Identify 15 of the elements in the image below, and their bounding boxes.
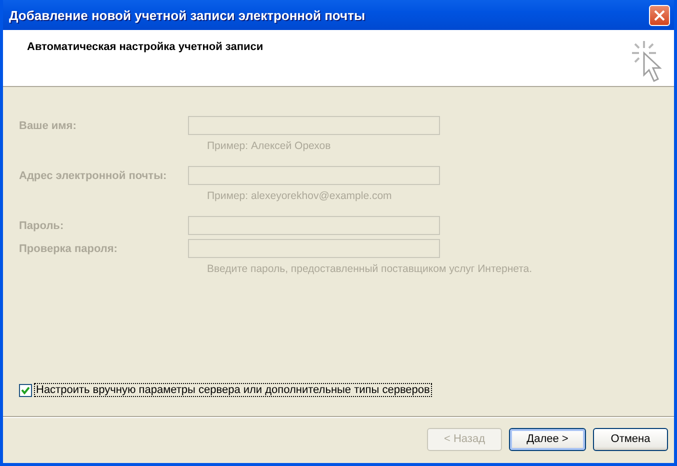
field-label: Ваше имя: xyxy=(19,120,78,132)
dialog-button[interactable]: Далее > xyxy=(509,428,586,450)
hint-text: Пример: Алексей Орехов xyxy=(207,140,332,154)
header-title: Автоматическая настройка учетной записи xyxy=(27,41,264,55)
dialog-button[interactable]: Отмена xyxy=(593,428,668,450)
checkbox-label[interactable]: Настроить вручную параметры сервера или дополнительные типы серверов xyxy=(34,383,432,397)
field-label: Адрес электронной почты: xyxy=(19,170,168,182)
close-button[interactable] xyxy=(649,4,670,26)
window-title: Добавление новой учетной записи электронной почты xyxy=(8,8,366,22)
hint-text: Пример: alexeyorekhov@example.com xyxy=(207,190,393,204)
field-label: Пароль: xyxy=(19,220,65,232)
hint-text: Введите пароль, предоставленный поставщиком услуг Интернета. xyxy=(207,263,534,277)
close-icon xyxy=(654,10,665,20)
checkbox[interactable] xyxy=(19,384,32,396)
field-label: Проверка пароля: xyxy=(19,242,118,254)
